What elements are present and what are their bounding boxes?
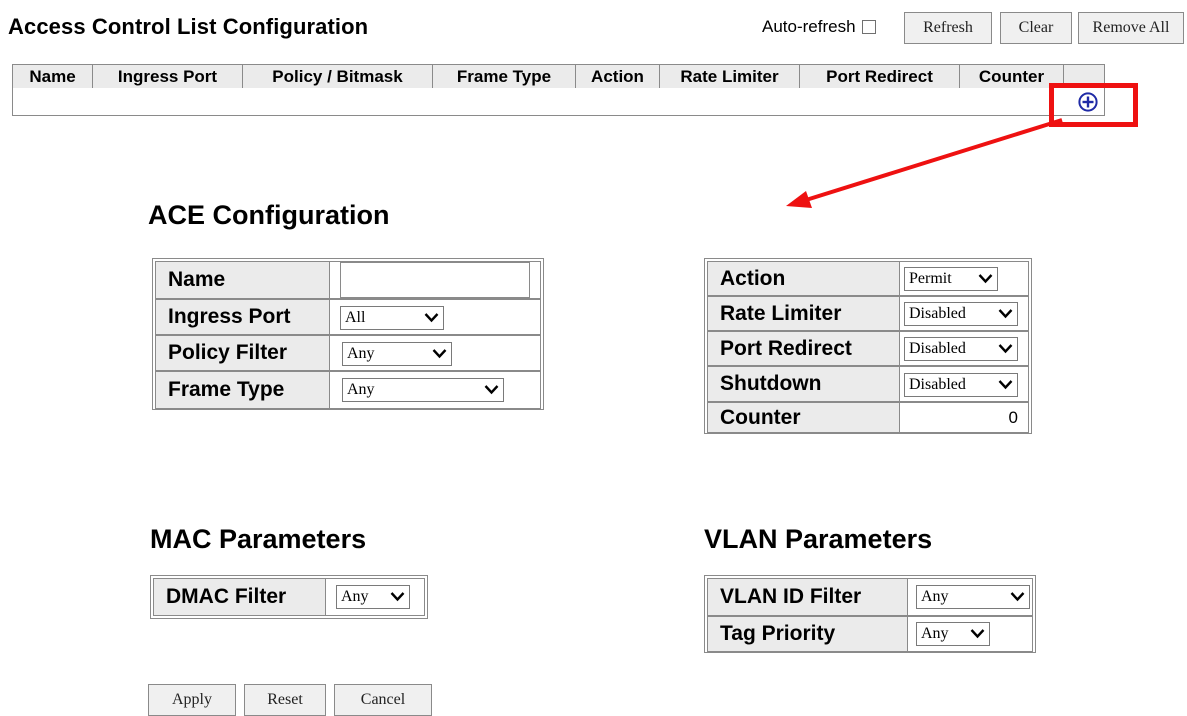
name-label: Name [156, 262, 330, 298]
dmac-filter-value: Any [341, 588, 369, 605]
chevron-down-icon [998, 380, 1013, 390]
reset-button[interactable]: Reset [244, 684, 326, 716]
frame-type-select[interactable]: Any [342, 378, 504, 402]
dmac-filter-select[interactable]: Any [336, 585, 410, 609]
ingress-port-value: All [345, 309, 366, 326]
counter-value: 0 [1008, 407, 1018, 427]
ingress-port-label: Ingress Port [156, 300, 330, 334]
page-title: Access Control List Configuration [8, 14, 369, 39]
port-redirect-cell: Disabled [900, 332, 1028, 365]
frame-type-value: Any [347, 381, 375, 398]
ace-left-table: Name Ingress Port All Policy Filter Any … [152, 258, 544, 410]
auto-refresh-label: Auto-refresh [762, 17, 856, 36]
shutdown-value: Disabled [909, 376, 966, 393]
vlan-params-table: VLAN ID Filter Any Tag Priority Any [704, 575, 1036, 653]
policy-filter-label: Policy Filter [156, 336, 330, 370]
vlan-id-filter-label: VLAN ID Filter [708, 579, 908, 615]
highlight-box [1049, 83, 1138, 127]
row-name: Name [155, 261, 541, 299]
column-header-policy: Policy / Bitmask [243, 65, 433, 88]
rate-limiter-value: Disabled [909, 305, 966, 322]
port-redirect-select[interactable]: Disabled [904, 337, 1018, 361]
row-tag-priority: Tag Priority Any [707, 616, 1033, 652]
acl-table-body [12, 88, 1105, 116]
rate-limiter-select[interactable]: Disabled [904, 302, 1018, 326]
name-input[interactable] [340, 262, 530, 298]
port-redirect-label: Port Redirect [708, 332, 900, 365]
policy-filter-cell: Any [330, 336, 540, 370]
row-port-redirect: Port Redirect Disabled [707, 331, 1029, 366]
chevron-down-icon [484, 385, 499, 395]
vlan-id-filter-cell: Any [908, 579, 1032, 615]
apply-button[interactable]: Apply [148, 684, 236, 716]
row-shutdown: Shutdown Disabled [707, 366, 1029, 402]
chevron-down-icon [978, 274, 993, 284]
mac-params-table: DMAC Filter Any [150, 575, 428, 619]
column-header-port-redirect: Port Redirect [800, 65, 960, 88]
auto-refresh-checkbox[interactable] [861, 20, 876, 34]
ingress-port-cell: All [330, 300, 540, 334]
shutdown-cell: Disabled [900, 367, 1028, 401]
row-action: Action Permit [707, 261, 1029, 296]
dmac-filter-label: DMAC Filter [154, 579, 326, 615]
row-dmac-filter: DMAC Filter Any [153, 578, 425, 616]
row-rate-limiter: Rate Limiter Disabled [707, 296, 1029, 331]
column-header-ingress-port: Ingress Port [93, 65, 243, 88]
rate-limiter-label: Rate Limiter [708, 297, 900, 330]
shutdown-label: Shutdown [708, 367, 900, 401]
ace-right-table: Action Permit Rate Limiter Disabled Port… [704, 258, 1032, 434]
tag-priority-select[interactable]: Any [916, 622, 990, 646]
acl-table-header: Name Ingress Port Policy / Bitmask Frame… [12, 64, 1105, 89]
chevron-down-icon [998, 344, 1013, 354]
tag-priority-value: Any [921, 625, 949, 642]
clear-button[interactable]: Clear [1000, 12, 1072, 44]
frame-type-cell: Any [330, 372, 540, 408]
mac-parameters-title: MAC Parameters [150, 524, 367, 554]
row-vlan-id-filter: VLAN ID Filter Any [707, 578, 1033, 616]
shutdown-select[interactable]: Disabled [904, 373, 1018, 397]
column-header-frame-type: Frame Type [433, 65, 576, 88]
vlan-id-filter-select[interactable]: Any [916, 585, 1030, 609]
policy-filter-value: Any [347, 345, 375, 362]
vlan-id-filter-value: Any [921, 588, 949, 605]
row-counter: Counter 0 [707, 402, 1029, 433]
chevron-down-icon [970, 629, 985, 639]
remove-all-button[interactable]: Remove All [1078, 12, 1184, 44]
policy-filter-select[interactable]: Any [342, 342, 452, 366]
row-ingress-port: Ingress Port All [155, 299, 541, 335]
action-label: Action [708, 262, 900, 295]
row-frame-type: Frame Type Any [155, 371, 541, 409]
ace-configuration-title: ACE Configuration [148, 200, 390, 230]
action-value: Permit [909, 270, 952, 287]
column-header-action: Action [576, 65, 660, 88]
cancel-button[interactable]: Cancel [334, 684, 432, 716]
refresh-button[interactable]: Refresh [904, 12, 992, 44]
port-redirect-value: Disabled [909, 340, 966, 357]
frame-type-label: Frame Type [156, 372, 330, 408]
counter-cell: 0 [900, 403, 1028, 432]
row-policy-filter: Policy Filter Any [155, 335, 541, 371]
chevron-down-icon [1010, 592, 1025, 602]
ingress-port-select[interactable]: All [340, 306, 444, 330]
rate-limiter-cell: Disabled [900, 297, 1028, 330]
column-header-name: Name [13, 65, 93, 88]
chevron-down-icon [424, 313, 439, 323]
vlan-parameters-title: VLAN Parameters [704, 524, 933, 554]
dmac-filter-cell: Any [326, 579, 424, 615]
chevron-down-icon [432, 349, 447, 359]
column-header-rate-limiter: Rate Limiter [660, 65, 800, 88]
action-select[interactable]: Permit [904, 267, 998, 291]
counter-label: Counter [708, 403, 900, 432]
tag-priority-cell: Any [908, 617, 1032, 651]
chevron-down-icon [998, 309, 1013, 319]
action-cell: Permit [900, 262, 1028, 295]
auto-refresh: Auto-refresh [762, 17, 876, 37]
name-cell [330, 262, 540, 298]
tag-priority-label: Tag Priority [708, 617, 908, 651]
chevron-down-icon [390, 592, 405, 602]
